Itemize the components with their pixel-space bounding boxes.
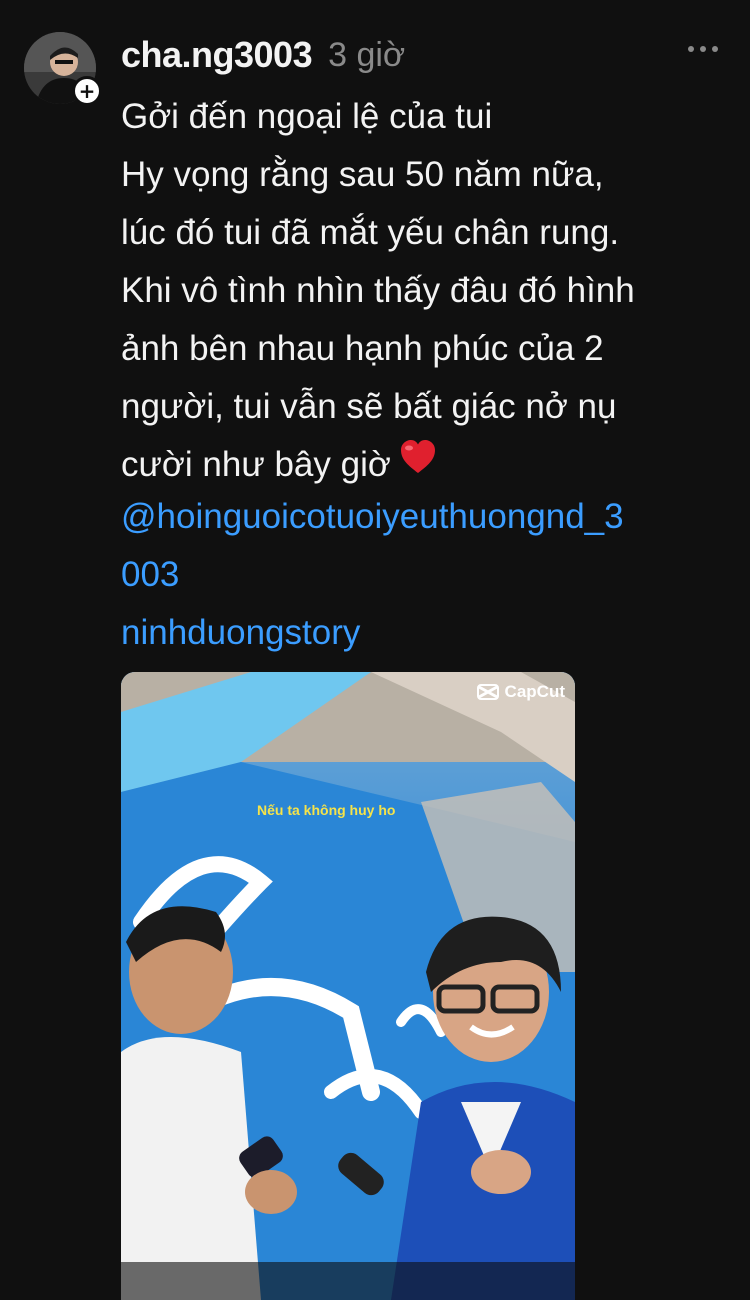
more-dots-icon[interactable] — [688, 46, 718, 52]
heart-icon — [399, 435, 437, 493]
post-text-line-last: cười như bây giờ — [121, 436, 731, 494]
thread-post: + cha.ng3003 3 giờ Gởi đến ngoại lệ của … — [0, 0, 750, 1300]
follow-plus-icon[interactable]: + — [72, 76, 102, 106]
video-thumbnail[interactable]: CapCut Nếu ta không huy ho — [121, 672, 575, 1300]
username[interactable]: cha.ng3003 — [121, 34, 313, 76]
capcut-watermark: CapCut — [476, 682, 565, 702]
post-header: cha.ng3003 3 giờ — [121, 32, 726, 78]
post-links: @hoinguoicotuoiyeuthuongnd_3 003 ninhduo… — [121, 488, 731, 662]
post-text-line: Khi vô tình nhìn thấy đâu đó hình — [121, 271, 635, 310]
post-text-line: Hy vọng rằng sau 50 năm nữa, — [121, 155, 604, 194]
post-text-line: Gởi đến ngoại lệ của tui — [121, 97, 493, 136]
mention-link-continued[interactable]: 003 — [121, 546, 731, 604]
tag-link[interactable]: ninhduongstory — [121, 604, 731, 662]
post-text-line: người, tui vẫn sẽ bất giác nở nụ — [121, 387, 617, 426]
post-text: Gởi đến ngoại lệ của tui Hy vọng rằng sa… — [121, 88, 731, 494]
post-text-line: cười như bây giờ — [121, 445, 391, 484]
capcut-label: CapCut — [504, 682, 565, 701]
post-text-line: ảnh bên nhau hạnh phúc của 2 — [121, 329, 604, 368]
post-text-line: lúc đó tui đã mắt yếu chân rung. — [121, 213, 620, 252]
post-time: 3 giờ — [328, 35, 406, 74]
video-subtitle: Nếu ta không huy ho — [257, 802, 396, 818]
mention-link[interactable]: @hoinguoicotuoiyeuthuongnd_3 — [121, 488, 731, 546]
capcut-logo-icon — [476, 684, 499, 700]
avatar[interactable]: + — [24, 32, 102, 106]
